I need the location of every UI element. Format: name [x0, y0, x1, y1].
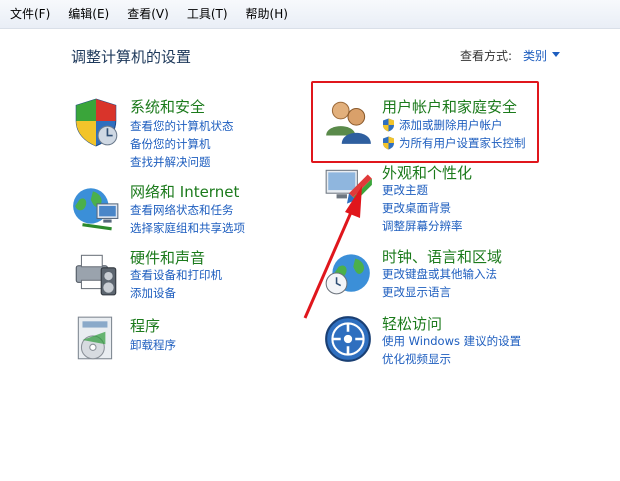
link-uninstall-program[interactable]: 卸载程序 — [130, 337, 176, 353]
view-by-dropdown[interactable]: 类别 — [523, 47, 547, 64]
ease-of-access-icon[interactable] — [322, 313, 374, 365]
category-system-security: 系统和安全 查看您的计算机状态 备份您的计算机 查找并解决问题 — [70, 96, 270, 176]
link-change-keyboard[interactable]: 更改键盘或其他输入法 — [382, 266, 497, 282]
category-title[interactable]: 硬件和声音 — [130, 247, 205, 268]
link-homegroup-sharing[interactable]: 选择家庭组和共享选项 — [130, 220, 245, 236]
link-add-device[interactable]: 添加设备 — [130, 285, 176, 301]
link-change-background[interactable]: 更改桌面背景 — [382, 200, 451, 216]
link-change-theme[interactable]: 更改主题 — [382, 182, 428, 198]
category-title[interactable]: 网络和 Internet — [130, 181, 239, 202]
menu-file[interactable]: 文件(F) — [0, 0, 58, 28]
category-title[interactable]: 系统和安全 — [130, 96, 205, 117]
menu-help[interactable]: 帮助(H) — [236, 0, 296, 28]
category-programs: 程序 卸载程序 — [70, 313, 270, 363]
category-ease-of-access: 轻松访问 使用 Windows 建议的设置 优化视频显示 — [322, 313, 542, 373]
page-title: 调整计算机的设置 — [71, 48, 192, 66]
category-appearance: 外观和个性化 更改主题 更改桌面背景 调整屏幕分辨率 — [322, 162, 522, 237]
link-network-status[interactable]: 查看网络状态和任务 — [130, 202, 234, 218]
annotation-highlight-box — [311, 81, 539, 163]
printer-icon[interactable] — [70, 247, 122, 299]
link-backup-computer[interactable]: 备份您的计算机 — [130, 136, 211, 152]
category-title[interactable]: 程序 — [130, 315, 160, 336]
link-windows-suggested-settings[interactable]: 使用 Windows 建议的设置 — [382, 333, 521, 349]
link-screen-resolution[interactable]: 调整屏幕分辨率 — [382, 218, 463, 234]
category-hardware-sound: 硬件和声音 查看设备和打印机 添加设备 — [70, 247, 270, 307]
link-optimize-video[interactable]: 优化视频显示 — [382, 351, 451, 367]
link-troubleshoot[interactable]: 查找并解决问题 — [130, 154, 211, 170]
link-change-display-language[interactable]: 更改显示语言 — [382, 284, 451, 300]
category-title[interactable]: 时钟、语言和区域 — [382, 246, 502, 267]
shield-icon[interactable] — [70, 96, 122, 148]
category-network-internet: 网络和 Internet 查看网络状态和任务 选择家庭组和共享选项 — [70, 181, 270, 241]
category-title[interactable]: 轻松访问 — [382, 313, 442, 334]
menu-view[interactable]: 查看(V) — [117, 0, 177, 28]
category-title[interactable]: 外观和个性化 — [382, 162, 472, 183]
menu-tools[interactable]: 工具(T) — [177, 0, 236, 28]
link-view-computer-status[interactable]: 查看您的计算机状态 — [130, 118, 234, 134]
paint-palette-icon[interactable] — [322, 162, 374, 214]
menu-edit[interactable]: 编辑(E) — [58, 0, 117, 28]
menu-bar: 文件(F) 编辑(E) 查看(V) 工具(T) 帮助(H) — [0, 0, 620, 29]
clock-globe-icon[interactable] — [322, 246, 374, 298]
view-by-label: 查看方式: — [460, 49, 513, 63]
globe-network-icon[interactable] — [70, 181, 122, 233]
category-clock-language: 时钟、语言和区域 更改键盘或其他输入法 更改显示语言 — [322, 246, 522, 306]
link-devices-printers[interactable]: 查看设备和打印机 — [130, 267, 222, 283]
chevron-down-icon[interactable] — [552, 52, 560, 57]
programs-icon[interactable] — [70, 313, 122, 365]
